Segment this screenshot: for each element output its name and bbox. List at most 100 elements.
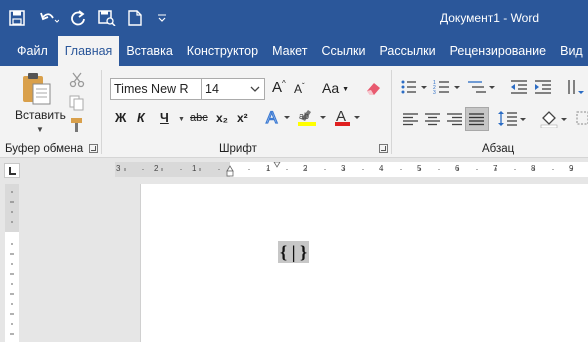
copy-button[interactable] bbox=[69, 95, 85, 111]
tab-view[interactable]: Вид bbox=[553, 36, 588, 66]
svg-text:ab: ab bbox=[299, 111, 309, 121]
cut-button[interactable] bbox=[69, 72, 85, 88]
tab-insert[interactable]: Вставка bbox=[119, 36, 179, 66]
font-name-combo[interactable]: Times New R bbox=[110, 78, 202, 100]
italic-button[interactable]: К bbox=[137, 111, 145, 125]
increase-indent-button[interactable] bbox=[534, 79, 552, 95]
align-left-icon bbox=[403, 113, 418, 126]
customize-qat-icon bbox=[158, 14, 166, 22]
tab-mailings[interactable]: Рассылки bbox=[372, 36, 442, 66]
numbering-button[interactable]: 1 2 3 bbox=[433, 79, 461, 95]
tab-references[interactable]: Ссылки bbox=[314, 36, 372, 66]
ruler-label: 6 bbox=[455, 164, 460, 173]
svg-text:A: A bbox=[266, 108, 278, 127]
ruler-label: 4 bbox=[379, 164, 384, 173]
text-effects-button[interactable]: A bbox=[264, 107, 292, 127]
tab-design[interactable]: Конструктор bbox=[180, 36, 265, 66]
numbering-icon: 1 2 3 bbox=[433, 80, 460, 95]
print-preview-icon bbox=[98, 10, 116, 26]
subscript-button[interactable]: x₂ bbox=[216, 111, 228, 125]
vertical-ruler-ticks bbox=[10, 191, 14, 335]
tab-home[interactable]: Главная bbox=[57, 36, 120, 66]
horizontal-ruler[interactable]: 3 2 1 1 2 3 4 5 6 7 8 9 bbox=[115, 162, 588, 177]
align-center-button[interactable] bbox=[425, 112, 441, 126]
ruler-label: 9 bbox=[569, 164, 574, 173]
document-title: Документ1 - Word bbox=[440, 11, 540, 25]
text-direction-button[interactable] bbox=[566, 79, 586, 95]
superscript-button[interactable]: x² bbox=[237, 111, 248, 125]
justify-button[interactable] bbox=[465, 107, 489, 131]
underline-button[interactable]: Ч bbox=[160, 111, 169, 125]
change-case-button[interactable]: Aa ▼ bbox=[322, 80, 349, 96]
document-page[interactable] bbox=[140, 184, 588, 342]
customize-qat-button[interactable] bbox=[148, 0, 176, 36]
highlighter-icon: ab bbox=[298, 110, 326, 126]
title-bar: Документ1 - Word bbox=[0, 0, 588, 36]
ribbon: Вставить ▼ Буфер обмена Times New R 14 A… bbox=[0, 66, 588, 158]
vertical-ruler[interactable] bbox=[5, 184, 19, 342]
undo-button[interactable] bbox=[34, 0, 64, 36]
multilevel-list-icon bbox=[468, 81, 495, 93]
strikethrough-button[interactable]: abc bbox=[190, 112, 208, 124]
font-color-icon: A bbox=[335, 108, 360, 126]
align-left-button[interactable] bbox=[403, 112, 419, 126]
align-right-icon bbox=[447, 113, 462, 126]
paste-label: Вставить bbox=[15, 108, 66, 122]
format-painter-button[interactable] bbox=[69, 117, 85, 133]
paste-button[interactable]: Вставить ▼ bbox=[8, 70, 66, 138]
new-document-button[interactable] bbox=[122, 0, 148, 36]
paint-bucket-icon bbox=[540, 111, 567, 128]
clear-formatting-button[interactable] bbox=[364, 81, 382, 97]
quick-access-toolbar bbox=[0, 0, 176, 36]
bold-button[interactable]: Ж bbox=[115, 111, 126, 125]
ruler-label: 7 bbox=[493, 164, 498, 173]
tab-selector-button[interactable] bbox=[4, 163, 20, 178]
ruler-label: 3 bbox=[341, 164, 346, 173]
text-effects-icon: A bbox=[265, 107, 290, 127]
bullets-button[interactable] bbox=[400, 79, 428, 95]
scissors-icon bbox=[69, 72, 85, 88]
decrease-indent-button[interactable] bbox=[510, 79, 528, 95]
align-center-icon bbox=[425, 113, 440, 126]
justify-icon bbox=[469, 113, 484, 126]
underline-dropdown-icon[interactable]: ▼ bbox=[178, 116, 185, 123]
grow-font-button[interactable]: A^ bbox=[272, 79, 286, 96]
shrink-font-icon: A bbox=[294, 82, 303, 96]
ruler-ticks bbox=[124, 162, 573, 177]
change-case-label: Aa bbox=[322, 80, 340, 96]
field-code[interactable]: { | } bbox=[278, 241, 310, 263]
font-size-value: 14 bbox=[205, 82, 219, 96]
text-direction-icon bbox=[568, 80, 584, 94]
paste-icon bbox=[23, 73, 51, 105]
ruler-label: 8 bbox=[531, 164, 536, 173]
ruler-label: 5 bbox=[417, 164, 422, 173]
clipboard-launcher-icon[interactable] bbox=[89, 144, 98, 153]
ruler-label: 2 bbox=[154, 164, 159, 173]
group-separator bbox=[101, 70, 102, 154]
save-button[interactable] bbox=[0, 0, 34, 36]
new-document-icon bbox=[128, 10, 142, 26]
borders-button[interactable] bbox=[576, 110, 588, 128]
tab-review[interactable]: Рецензирование bbox=[443, 36, 554, 66]
line-spacing-button[interactable] bbox=[498, 110, 528, 128]
tab-file[interactable]: Файл bbox=[0, 36, 58, 66]
eraser-icon bbox=[367, 83, 380, 95]
font-size-combo[interactable]: 14 bbox=[201, 78, 265, 100]
font-color-button[interactable]: A bbox=[333, 107, 363, 127]
ribbon-tabs: Файл Главная Вставка Конструктор Макет С… bbox=[0, 36, 588, 66]
font-launcher-icon[interactable] bbox=[379, 144, 388, 153]
document-area bbox=[22, 184, 588, 342]
print-preview-button[interactable] bbox=[92, 0, 122, 36]
ruler-label: 3 bbox=[116, 164, 121, 173]
tab-layout[interactable]: Макет bbox=[265, 36, 314, 66]
align-right-button[interactable] bbox=[447, 112, 463, 126]
shrink-font-button[interactable]: Aˇ bbox=[294, 82, 305, 96]
increase-indent-icon bbox=[535, 80, 551, 94]
highlight-color-button[interactable]: ab bbox=[296, 107, 328, 127]
paragraph-group-label: Абзац bbox=[482, 143, 515, 155]
redo-button[interactable] bbox=[64, 0, 92, 36]
ruler-row: 3 2 1 1 2 3 4 5 6 7 8 9 bbox=[0, 158, 588, 183]
shading-button[interactable] bbox=[540, 110, 570, 128]
decrease-indent-icon bbox=[511, 80, 527, 94]
multilevel-list-button[interactable] bbox=[468, 79, 496, 95]
